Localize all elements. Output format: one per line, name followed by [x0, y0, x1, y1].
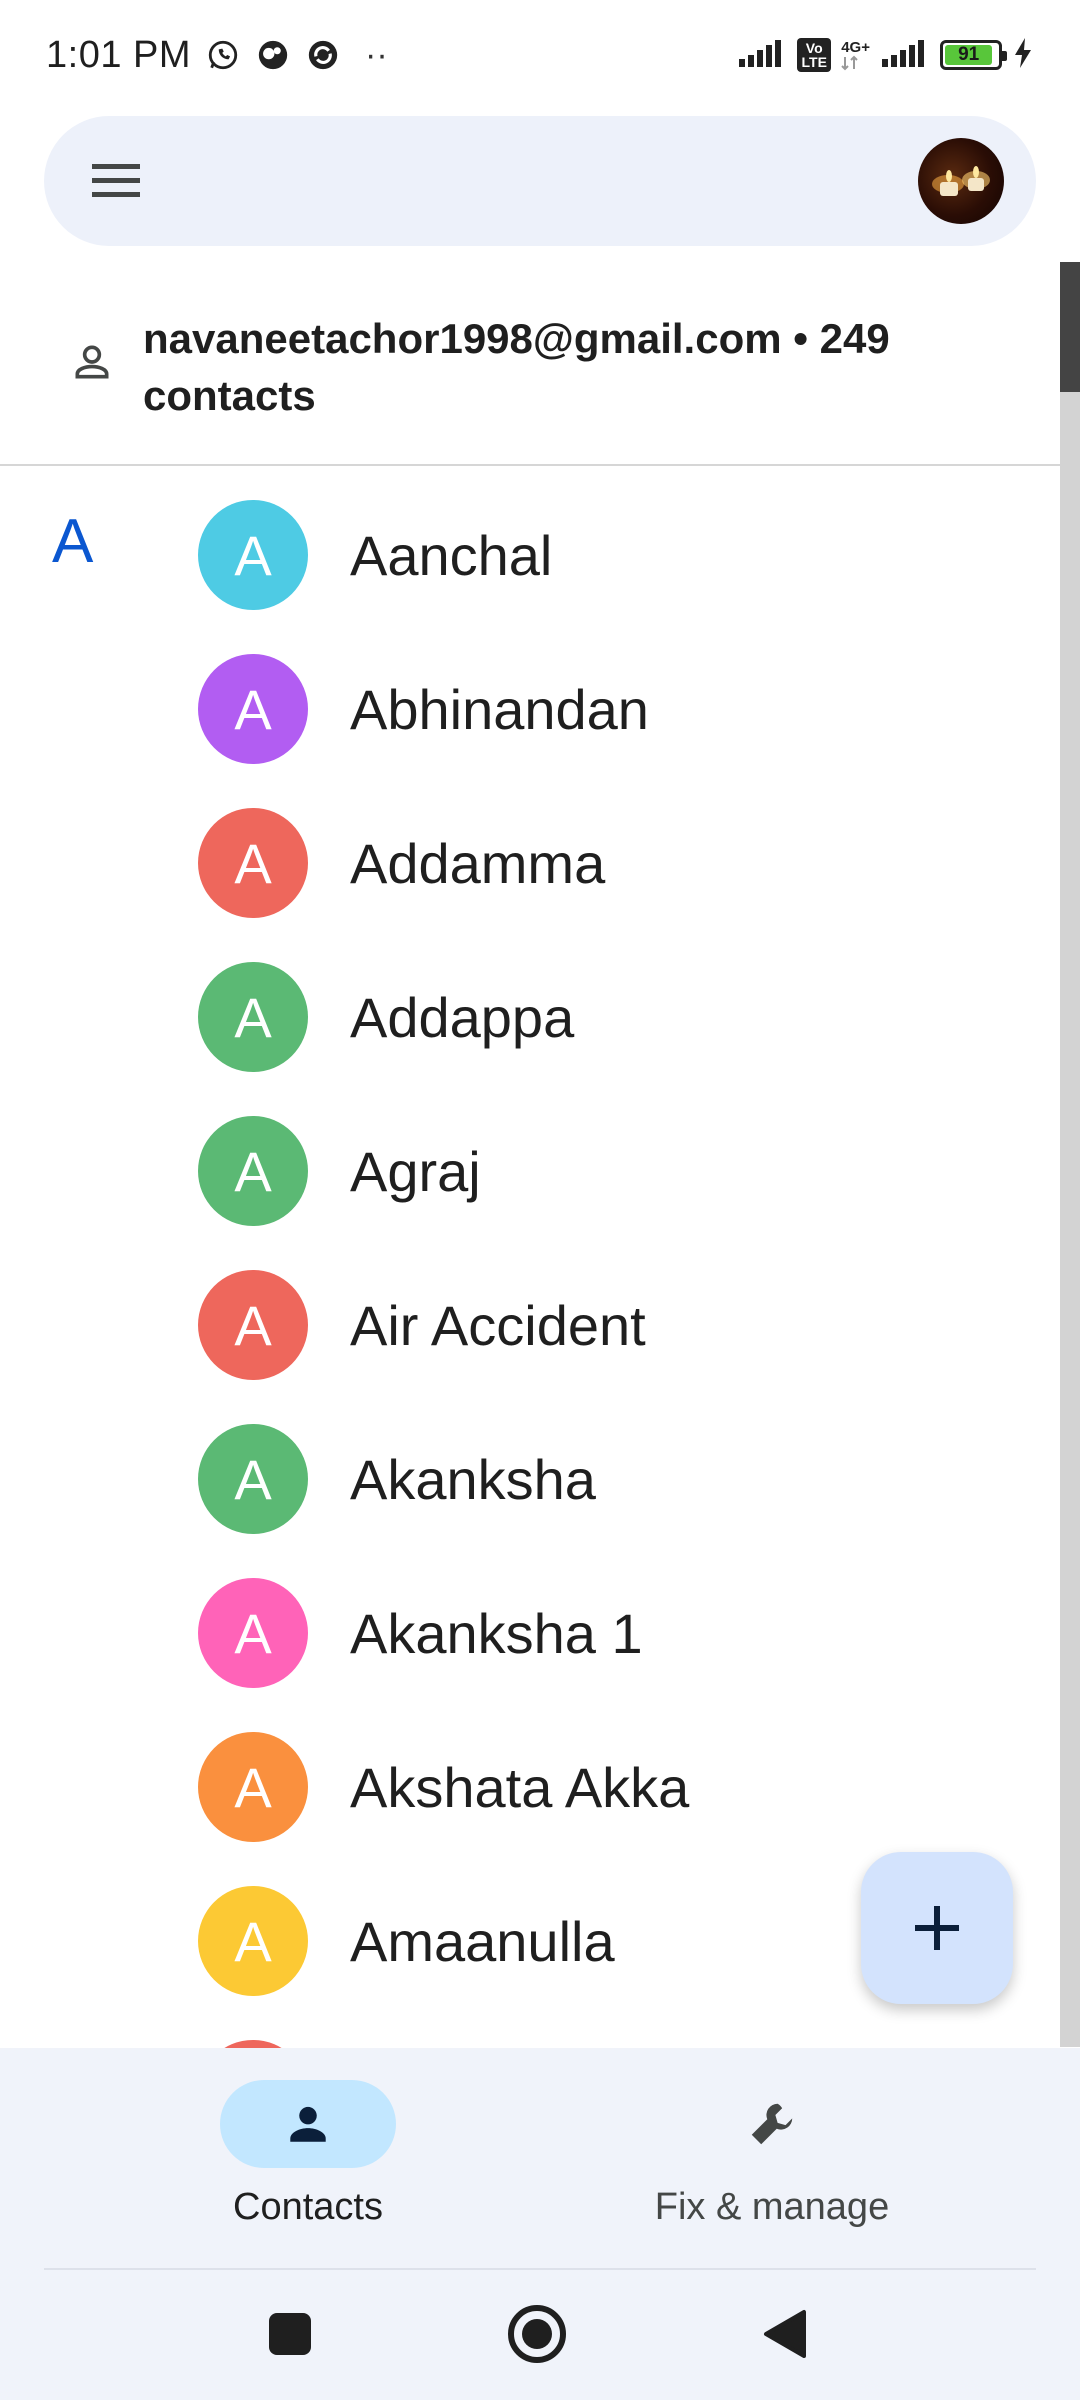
contact-name: Aanchal	[350, 523, 553, 587]
contacts-list[interactable]: A Aanchal A Abhinandan A Addamma A Addap…	[0, 478, 1040, 2048]
contact-row[interactable]: A Akshata Akka	[170, 1710, 1030, 1864]
contact-name: Akanksha 1	[350, 1601, 643, 1665]
contact-avatar: A	[198, 1424, 308, 1534]
signal-icon-2	[880, 37, 930, 74]
contact-row[interactable]: A Addamma	[170, 786, 1030, 940]
contact-name: Akshata Akka	[350, 1755, 690, 1819]
account-avatar[interactable]	[918, 138, 1004, 224]
nav-fix-manage[interactable]: Fix & manage	[622, 2080, 922, 2260]
contact-row[interactable]: A Akanksha	[170, 1402, 1030, 1556]
contact-name: Amaanulla	[350, 1909, 615, 1973]
person-icon	[290, 2106, 326, 2142]
contact-avatar	[198, 2040, 308, 2048]
contact-avatar: A	[198, 1116, 308, 1226]
nav-contacts-label: Contacts	[233, 2186, 383, 2228]
nav-fix-manage-label: Fix & manage	[654, 2186, 890, 2228]
add-contact-button[interactable]	[861, 1852, 1013, 2004]
contact-avatar: A	[198, 1270, 308, 1380]
recents-button[interactable]	[250, 2294, 330, 2374]
contact-avatar: A	[198, 654, 308, 764]
charging-icon	[1012, 36, 1034, 75]
status-bar: 1:01 PM ·· Vo LTE 4G+ 91	[0, 0, 1080, 110]
bottom-navigation: Contacts Fix & manage	[0, 2048, 1080, 2270]
contact-name: Addamma	[350, 831, 606, 895]
app-notification-icon	[255, 37, 291, 73]
nav-fix-manage-pill[interactable]	[684, 2080, 860, 2168]
nav-contacts-pill[interactable]	[220, 2080, 396, 2168]
contact-name: Abhinandan	[350, 677, 649, 741]
contact-row[interactable]: A Akanksha 1	[170, 1556, 1030, 1710]
search-bar[interactable]	[44, 116, 1036, 246]
status-right: Vo LTE 4G+ 91	[737, 36, 1034, 75]
contact-avatar: A	[198, 500, 308, 610]
status-time: 1:01 PM	[46, 33, 192, 76]
contact-row[interactable]	[170, 2018, 1030, 2048]
status-left: 1:01 PM ··	[46, 34, 388, 77]
account-info-row: navaneetachor1998@gmail.com • 249 contac…	[0, 290, 1060, 470]
contact-row[interactable]: A Addappa	[170, 940, 1030, 1094]
nav-contacts[interactable]: Contacts	[158, 2080, 458, 2260]
contact-name: Agraj	[350, 1139, 481, 1203]
contact-row[interactable]: A Air Accident	[170, 1248, 1030, 1402]
contact-avatar: A	[198, 808, 308, 918]
back-button[interactable]	[744, 2294, 824, 2374]
scrollbar-thumb[interactable]	[1060, 262, 1080, 392]
contact-name: Akanksha	[350, 1447, 596, 1511]
volte-badge: Vo LTE	[797, 38, 832, 72]
sync-app-icon	[305, 37, 341, 73]
contact-row[interactable]: A Abhinandan	[170, 632, 1030, 786]
back-triangle-icon	[764, 2310, 806, 2358]
home-button[interactable]	[497, 2294, 577, 2374]
battery-level: 91	[945, 44, 993, 65]
more-notifications-icon: ··	[365, 36, 388, 74]
square-icon	[269, 2313, 311, 2355]
system-navigation-bar	[0, 2270, 1080, 2400]
wrench-icon	[751, 2103, 793, 2145]
network-type-text: 4G+	[841, 38, 870, 56]
contact-avatar: A	[198, 1578, 308, 1688]
account-summary: navaneetachor1998@gmail.com • 249 contac…	[143, 315, 890, 419]
contact-name: Addappa	[350, 985, 575, 1049]
contact-avatar: A	[198, 962, 308, 1072]
contact-row[interactable]: A Aanchal	[170, 478, 1030, 632]
contact-avatar: A	[198, 1732, 308, 1842]
contact-avatar: A	[198, 1886, 308, 1996]
header-divider	[0, 464, 1060, 466]
plus-icon	[915, 1906, 959, 1950]
contact-name: Air Accident	[350, 1293, 646, 1357]
hamburger-menu-icon	[92, 164, 140, 197]
whatsapp-icon	[205, 37, 241, 73]
scrollbar-track[interactable]	[1060, 262, 1080, 2047]
person-outline-icon	[75, 345, 109, 379]
battery-icon: 91	[940, 40, 1007, 70]
home-circle-icon	[508, 2305, 566, 2363]
contacts-screen: 1:01 PM ·· Vo LTE 4G+ 91 navaneetachor19…	[0, 0, 1080, 2400]
contact-row[interactable]: A Agraj	[170, 1094, 1030, 1248]
network-type-label: 4G+	[841, 40, 870, 71]
signal-icon	[737, 37, 787, 74]
menu-button[interactable]	[76, 141, 156, 221]
